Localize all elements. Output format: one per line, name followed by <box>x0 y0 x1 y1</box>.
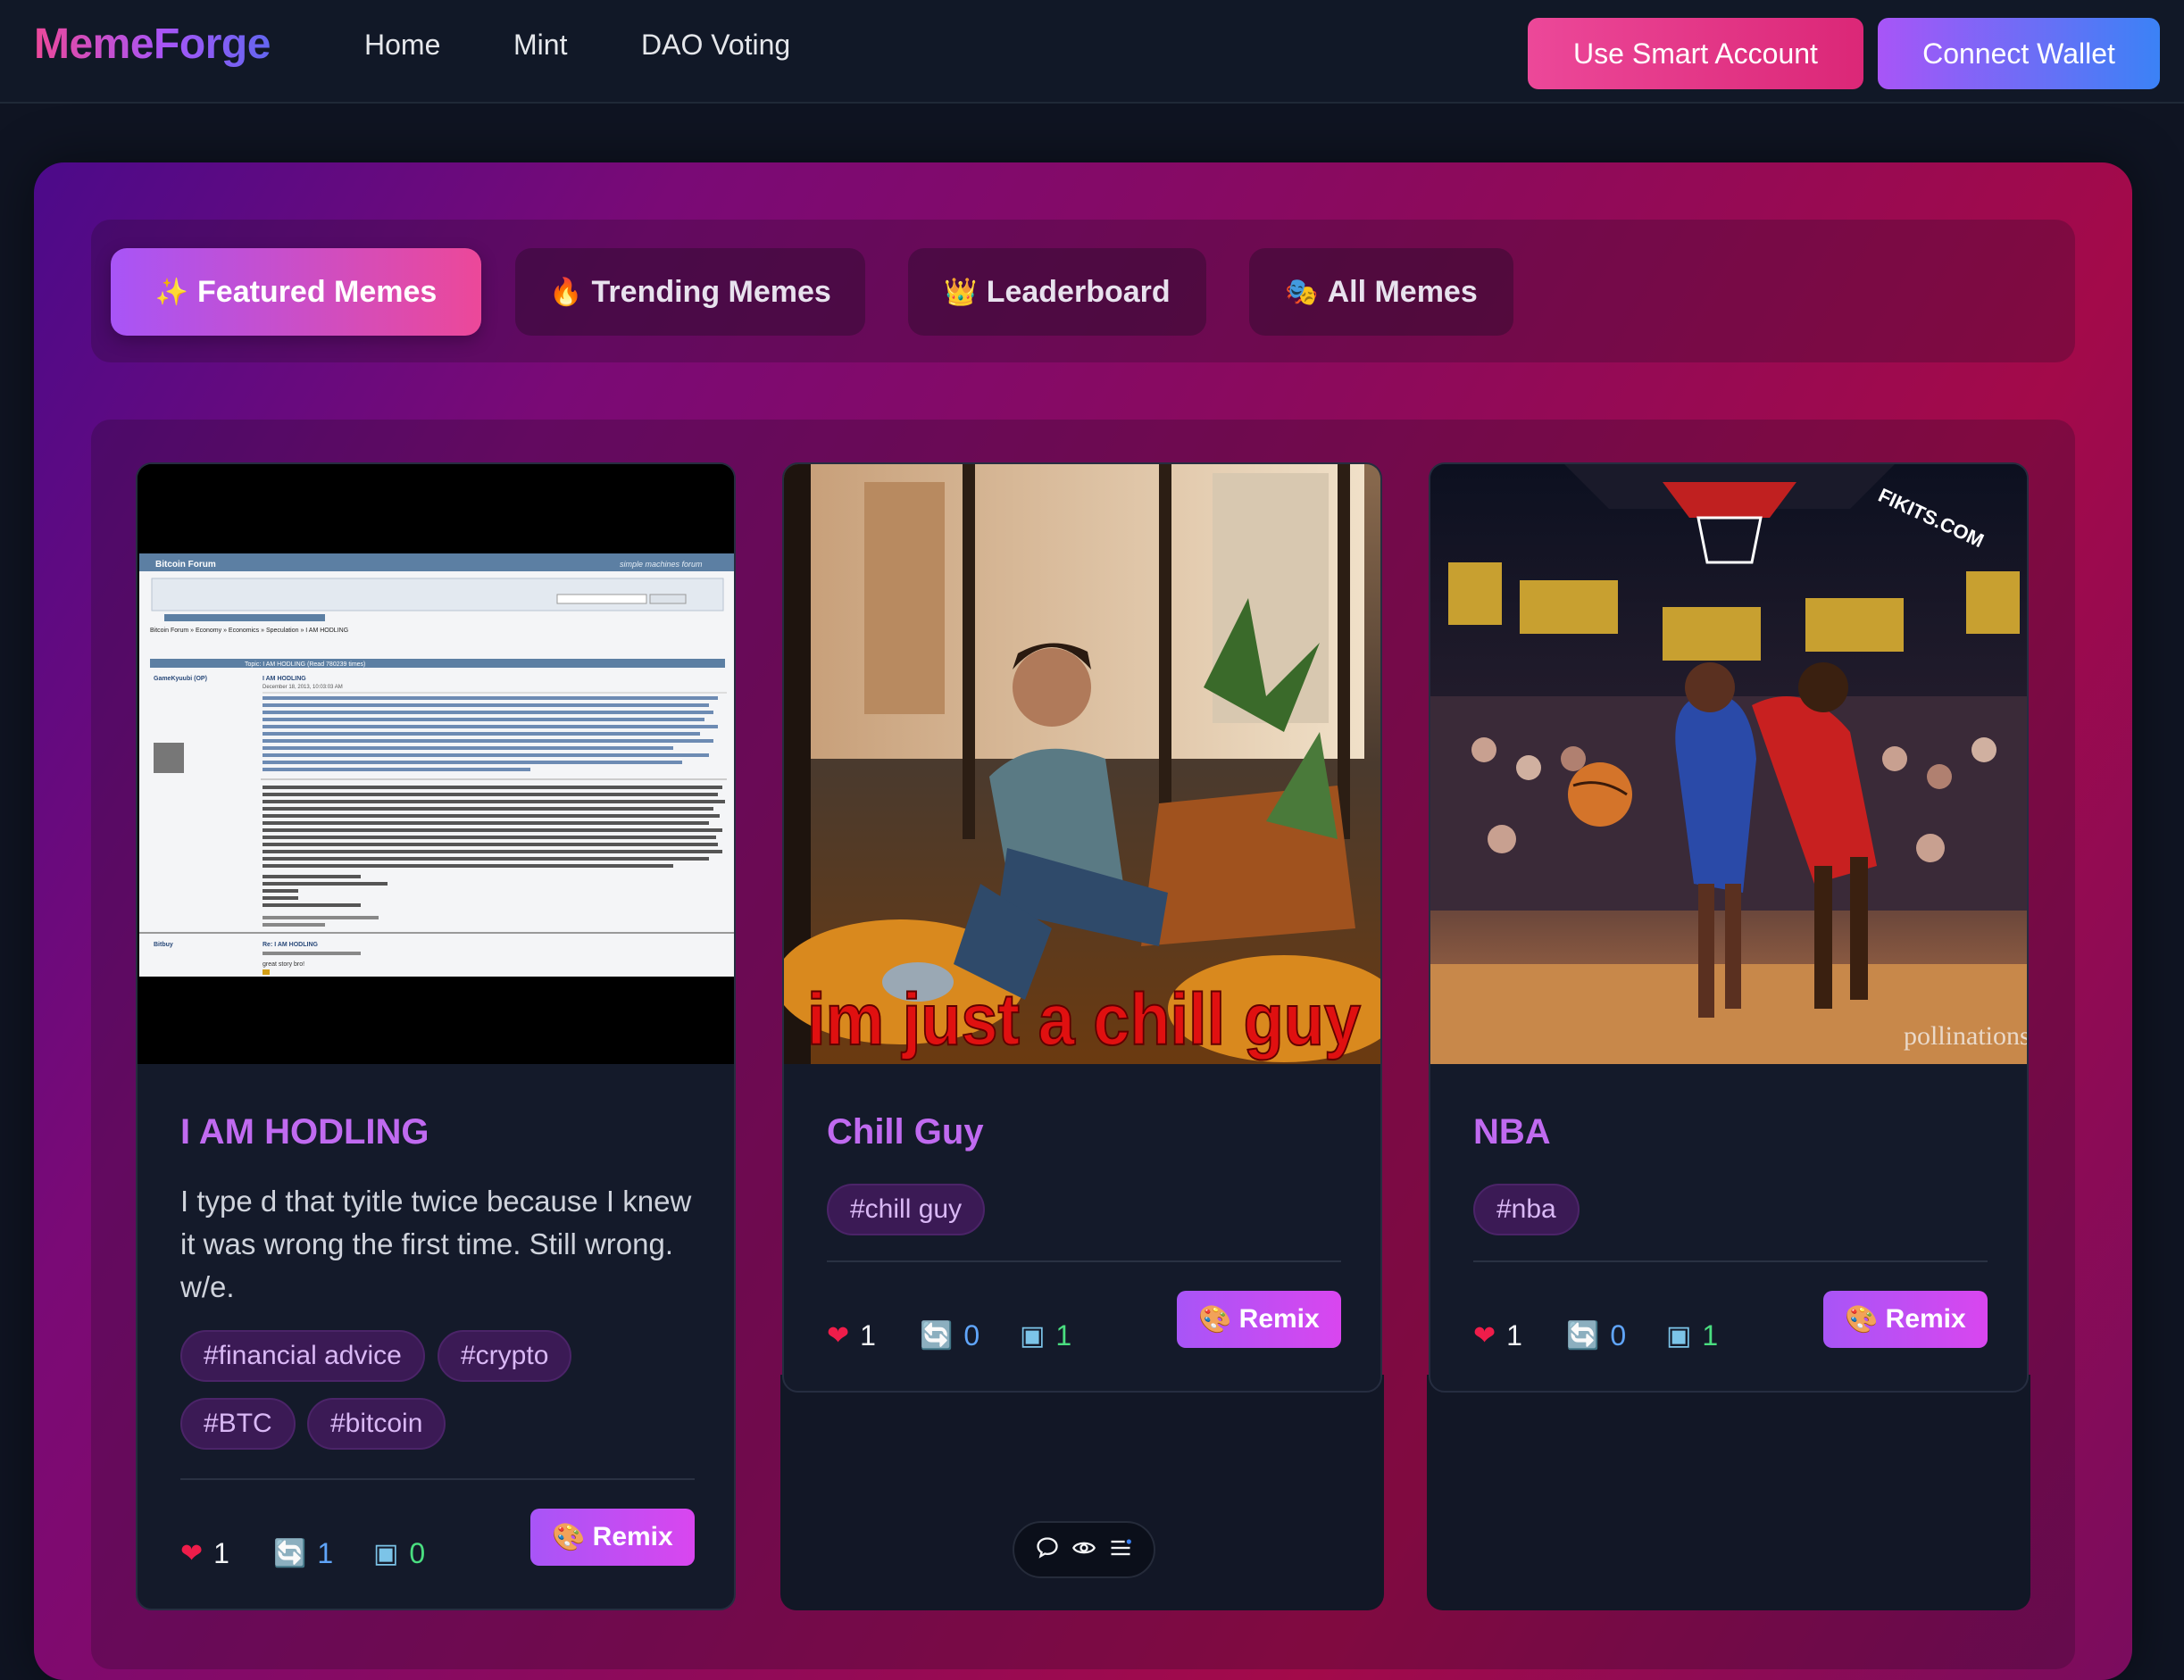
remix-count[interactable]: 🔄 0 <box>1566 1319 1626 1352</box>
nav-link-mint[interactable]: Mint <box>513 29 567 62</box>
mint-count[interactable]: ▣ 1 <box>1020 1319 1071 1352</box>
forum-author: GameKyuubi (OP) <box>154 676 207 682</box>
meme-title[interactable]: I AM HODLING <box>180 1112 429 1152</box>
palette-icon: 🎨 <box>552 1521 586 1553</box>
mint-count[interactable]: ▣ 1 <box>1666 1319 1718 1352</box>
tag-chip[interactable]: #BTC <box>180 1398 296 1450</box>
tab-label: Leaderboard <box>986 274 1171 309</box>
tab-label: Trending Memes <box>591 274 831 309</box>
meme-image[interactable]: Bitcoin Forum simple machines forum Bitc… <box>138 464 734 1064</box>
card-divider <box>827 1260 1341 1262</box>
theater-masks-icon: 🎭 <box>1285 276 1319 308</box>
repeat-icon: 🔄 <box>920 1320 954 1351</box>
app-logo[interactable]: MemeForge <box>34 20 271 69</box>
tab-leaderboard[interactable]: 👑 Leaderboard <box>908 248 1206 336</box>
image-watermark: pollinations.ai <box>1904 1021 2027 1051</box>
cube-icon: ▣ <box>1020 1320 1046 1351</box>
remix-button[interactable]: 🎨 Remix <box>530 1509 695 1566</box>
fire-icon: 🔥 <box>549 276 583 308</box>
meme-title[interactable]: NBA <box>1473 1112 1551 1152</box>
tab-all-memes[interactable]: 🎭 All Memes <box>1249 248 1513 336</box>
top-navbar: MemeForge Home Mint DAO Voting Use Smart… <box>0 0 2184 104</box>
remix-button[interactable]: 🎨 Remix <box>1823 1291 1988 1348</box>
repeat-icon: 🔄 <box>273 1538 307 1569</box>
remix-count[interactable]: 🔄 0 <box>920 1319 979 1352</box>
repeat-icon: 🔄 <box>1566 1320 1600 1351</box>
tab-trending-memes[interactable]: 🔥 Trending Memes <box>515 248 865 336</box>
remix-count[interactable]: 🔄 1 <box>273 1537 333 1570</box>
meme-image[interactable]: im just a chill guy <box>784 464 1380 1064</box>
meme-caption: im just a chill guy <box>807 979 1361 1060</box>
eye-icon[interactable] <box>1071 1535 1096 1565</box>
cube-icon: ▣ <box>373 1538 399 1569</box>
use-smart-account-button[interactable]: Use Smart Account <box>1528 18 1863 89</box>
meme-card[interactable]: Bitcoin Forum simple machines forum Bitc… <box>136 462 736 1610</box>
palette-icon: 🎨 <box>1845 1303 1879 1335</box>
mint-count[interactable]: ▣ 0 <box>373 1537 425 1570</box>
comment-icon[interactable] <box>1035 1535 1060 1565</box>
list-icon[interactable] <box>1108 1535 1133 1565</box>
tab-label: All Memes <box>1327 274 1478 309</box>
heart-icon: ❤ <box>1473 1320 1496 1351</box>
tag-chip[interactable]: #crypto <box>438 1330 572 1382</box>
forum-post-date: December 18, 2013, 10:03:03 AM <box>263 685 343 690</box>
like-count[interactable]: ❤ 1 <box>827 1319 876 1352</box>
forum-reply-title: Re: I AM HODLING <box>263 942 319 948</box>
forum-post-title: I AM HODLING <box>263 676 306 682</box>
tag-chip[interactable]: #nba <box>1473 1184 1580 1235</box>
forum-screenshot-image: Bitcoin Forum simple machines forum Bitc… <box>138 464 734 1064</box>
tab-label: Featured Memes <box>197 274 438 309</box>
card-placeholder <box>1427 1375 2030 1610</box>
chill-guy-image: im just a chill guy <box>784 464 1380 1064</box>
like-count[interactable]: ❤ 1 <box>180 1537 229 1570</box>
meme-card[interactable]: im just a chill guy Chill Guy #chill guy… <box>782 462 1382 1393</box>
remix-button[interactable]: 🎨 Remix <box>1177 1291 1341 1348</box>
nba-image: FIKITS.COM pollinations.ai <box>1430 464 2027 1064</box>
floating-toolbar <box>1013 1521 1155 1578</box>
tag-chip[interactable]: #bitcoin <box>307 1398 446 1450</box>
meme-title[interactable]: Chill Guy <box>827 1112 984 1152</box>
forum-reply-text: great story bro! <box>263 961 304 968</box>
nav-link-dao-voting[interactable]: DAO Voting <box>641 29 790 62</box>
heart-icon: ❤ <box>180 1538 204 1569</box>
cube-icon: ▣ <box>1666 1320 1692 1351</box>
meme-image[interactable]: FIKITS.COM pollinations.ai <box>1430 464 2027 1064</box>
nav-link-home[interactable]: Home <box>364 29 440 62</box>
crown-icon: 👑 <box>944 276 978 308</box>
tag-chip[interactable]: #financial advice <box>180 1330 425 1382</box>
forum-brand: simple machines forum <box>620 560 703 569</box>
tab-featured-memes[interactable]: ✨ Featured Memes <box>111 248 481 336</box>
palette-icon: 🎨 <box>1198 1303 1232 1335</box>
forum-reply-author: Bitbuy <box>154 942 173 948</box>
meme-card[interactable]: FIKITS.COM pollinations.ai NB <box>1429 462 2029 1393</box>
sparkles-icon: ✨ <box>154 276 189 308</box>
connect-wallet-button[interactable]: Connect Wallet <box>1878 18 2160 89</box>
heart-icon: ❤ <box>827 1320 850 1351</box>
forum-breadcrumb: Bitcoin Forum » Economy » Economics » Sp… <box>150 628 348 634</box>
card-divider <box>1473 1260 1988 1262</box>
meme-description: I type d that tyitle twice because I kne… <box>180 1185 692 1303</box>
forum-topic: Topic: I AM HODLING (Read 780239 times) <box>245 661 365 668</box>
like-count[interactable]: ❤ 1 <box>1473 1319 1522 1352</box>
card-divider <box>180 1478 695 1480</box>
tag-chip[interactable]: #chill guy <box>827 1184 986 1235</box>
forum-title: Bitcoin Forum <box>155 560 216 570</box>
